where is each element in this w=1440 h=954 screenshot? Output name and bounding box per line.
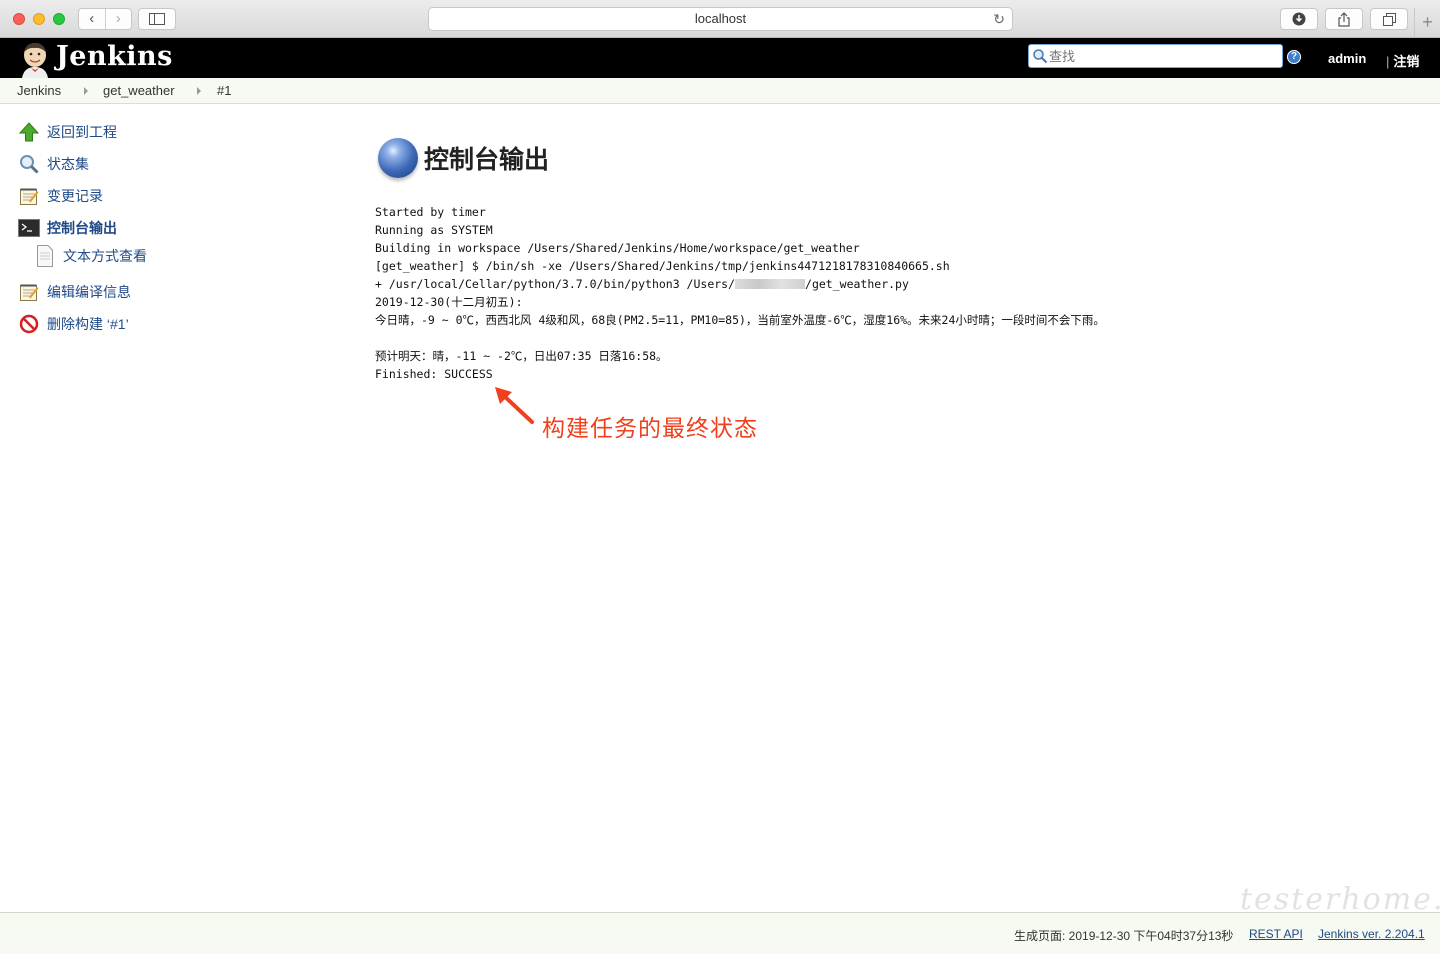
sidebar-item-view-as-text[interactable]: 文本方式查看 [34,245,147,267]
new-tab-button[interactable]: + [1414,8,1440,38]
share-icon [1338,11,1350,27]
blue-ball-status-icon [378,138,418,178]
redacted-username [735,279,806,289]
sidebar-item-label: 状态集 [47,156,89,172]
reload-icon[interactable]: ↻ [993,8,1005,30]
no-entry-icon [18,313,40,335]
page-title: 控制台输出 [424,146,550,174]
breadcrumb-build[interactable]: #1 [217,83,231,98]
search-icon [1033,49,1048,64]
user-link[interactable]: admin [1328,51,1366,66]
breadcrumb-job[interactable]: get_weather [103,83,175,98]
url-text: localhost [694,11,747,26]
jenkins-header: Jenkins ? admin |注销 [0,38,1440,78]
sidebar-item-changes[interactable]: 变更记录 [18,185,103,207]
console-line: [get_weather] $ /bin/sh -xe /Users/Share… [375,259,950,273]
page-heading: 控制台输出 [378,138,549,178]
downloads-button[interactable] [1280,8,1318,30]
address-bar[interactable]: localhost ↻ [428,7,1013,31]
sidebar-item-label: 控制台输出 [47,220,117,236]
logout-label: 注销 [1393,54,1420,69]
magnifier-icon [18,153,40,175]
share-button[interactable] [1325,8,1363,30]
console-line: /get_weather.py [805,277,909,291]
breadcrumb-jenkins[interactable]: Jenkins [17,83,61,98]
up-arrow-icon [18,121,40,143]
browser-toolbar: ‹ › localhost ↻ + [0,0,1440,38]
sidebar-item-label: 返回到工程 [47,124,117,140]
sidebar-item-label: 删除构建 ‘#1’ [47,316,129,332]
close-window-button[interactable] [13,13,25,25]
console-line: Building in workspace /Users/Shared/Jenk… [375,241,860,255]
logout-link[interactable]: | 注销 [1386,51,1419,70]
breadcrumb-arrow-icon[interactable] [84,87,88,95]
console-finished-line: Finished: SUCCESS [375,367,493,381]
sidebar-item-back-to-project[interactable]: 返回到工程 [18,121,117,143]
document-icon [34,245,56,267]
sidebar-item-delete-build[interactable]: 删除构建 ‘#1’ [18,313,129,335]
history-nav: ‹ › [78,8,132,30]
sidebar-item-label: 变更记录 [47,188,103,204]
console-output: Started by timer Running as SYSTEM Build… [375,203,1105,383]
sidebar-item-label: 编辑编译信息 [47,284,131,300]
separator: | [1386,54,1390,69]
sidebar-item-label: 文本方式查看 [63,248,147,264]
forward-button[interactable]: › [104,9,132,29]
console-line: 今日晴，-9 ~ 0℃，西西北风 4级和风，68良(PM2.5=11，PM10=… [375,313,1105,327]
terminal-icon [18,217,40,239]
search-box[interactable] [1028,44,1283,68]
sidebar-icon [149,13,165,25]
annotation-arrow-icon [495,387,534,424]
annotation-label: 构建任务的最终状态 [542,415,758,441]
notepad-icon [18,185,40,207]
breadcrumb-arrow-icon[interactable] [197,87,201,95]
rest-api-link[interactable]: REST API [1249,927,1303,941]
sidebar-item-status[interactable]: 状态集 [18,153,89,175]
jenkins-butler-icon[interactable] [18,42,52,78]
sidebar-toggle-button[interactable] [138,8,176,30]
tabs-overview-button[interactable] [1370,8,1408,30]
console-line: Started by timer [375,205,486,219]
jenkins-version-link[interactable]: Jenkins ver. 2.204.1 [1318,927,1425,941]
download-icon [1292,12,1306,26]
zoom-window-button[interactable] [53,13,65,25]
sidebar-item-edit-build-info[interactable]: 编辑编译信息 [18,281,131,303]
generated-timestamp: 生成页面: 2019-12-30 下午04时37分13秒 [1014,929,1234,943]
jenkins-logo-text[interactable]: Jenkins [56,41,173,72]
console-line: 2019-12-30(十二月初五): [375,295,523,309]
console-line: Running as SYSTEM [375,223,493,237]
page-footer: 生成页面: 2019-12-30 下午04时37分13秒 REST API Je… [0,912,1440,954]
notepad-icon [18,281,40,303]
back-button[interactable]: ‹ [79,9,105,29]
help-icon[interactable]: ? [1287,50,1301,64]
breadcrumb: Jenkins get_weather #1 [0,78,1440,104]
minimize-window-button[interactable] [33,13,45,25]
console-line: 预计明天：晴，-11 ~ -2℃，日出07:35 日落16:58。 [375,349,668,363]
tabs-icon [1382,12,1396,26]
sidebar-item-console-output[interactable]: 控制台输出 [18,217,117,239]
console-line: + /usr/local/Cellar/python/3.7.0/bin/pyt… [375,277,736,291]
search-input[interactable] [1049,47,1279,65]
